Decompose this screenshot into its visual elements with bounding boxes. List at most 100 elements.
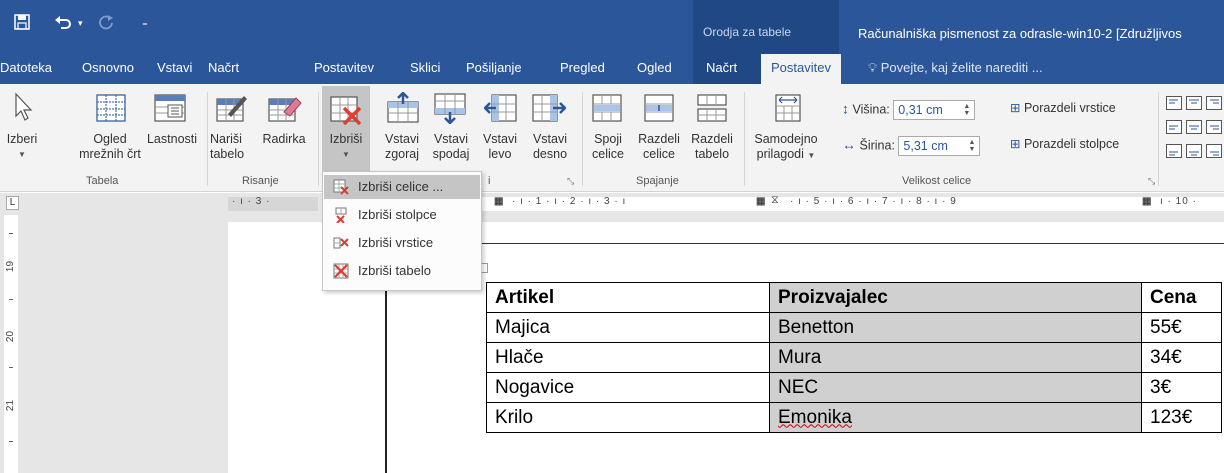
menu-item-delete-table[interactable]: Izbriši tabelo: [324, 259, 480, 283]
align-bottom-left-icon[interactable]: [1166, 144, 1182, 163]
align-middle-center-icon[interactable]: [1186, 120, 1202, 139]
tab-file[interactable]: Datoteka: [0, 60, 52, 75]
tab-mailings[interactable]: Pošiljanje: [466, 60, 522, 75]
eraser-button[interactable]: Radirka: [258, 132, 310, 147]
distribute-rows-button[interactable]: ⊞ Porazdeli vrstice: [1010, 100, 1116, 115]
select-button[interactable]: Izberi ▼: [4, 132, 40, 162]
product-table[interactable]: Artikel Proizvajalec Cena Majica Benetto…: [486, 282, 1222, 433]
undo-dropdown-icon[interactable]: ▾: [78, 18, 83, 29]
merge-cells-button[interactable]: Spoji celice: [588, 132, 628, 162]
horizontal-ruler[interactable]: L · ı · 3 · ▦ · ı · 1 · ı · 2 · ı · 3 · …: [0, 193, 1224, 215]
align-top-left-icon[interactable]: [1166, 96, 1182, 115]
split-table-label-1: Razdeli: [691, 132, 733, 146]
header-proizvajalec[interactable]: Proizvajalec: [769, 282, 1142, 313]
tab-design[interactable]: Načrt: [208, 60, 239, 75]
tab-view[interactable]: Ogled: [637, 60, 672, 75]
properties-button[interactable]: Lastnosti: [142, 132, 202, 147]
rows-columns-launcher-icon[interactable]: ⤡: [567, 176, 574, 187]
menu-item-delete-columns[interactable]: Izbriši stolpce: [324, 203, 480, 227]
column-marker-icon[interactable]: ▦: [756, 196, 766, 207]
chevron-down-icon: ▼: [342, 150, 350, 159]
tab-selector[interactable]: L: [6, 196, 19, 210]
ruler-text-right: · ı · 5 · ı · 6 · ı · 7 · ı · 8 · ı · 9: [790, 196, 957, 207]
autofit-icon: [775, 94, 801, 127]
table-cell[interactable]: Nogavice: [486, 372, 770, 403]
view-gridlines-label-2: mrežnih črt: [79, 147, 141, 161]
table-cell[interactable]: 3€: [1141, 372, 1222, 403]
tab-review[interactable]: Pregled: [560, 60, 605, 75]
spin-arrows-icon[interactable]: ▲ ▼: [963, 103, 970, 117]
height-value: 0,31 cm: [898, 103, 943, 117]
ribbon: Izberi ▼ Ogled mrežnih črt Lastnosti Nar…: [0, 84, 1224, 192]
undo-icon[interactable]: [54, 14, 72, 35]
tab-layout[interactable]: Postavitev: [314, 60, 374, 75]
ruler-tick: [9, 299, 13, 300]
tab-insert[interactable]: Vstavi: [157, 60, 192, 75]
tab-home[interactable]: Osnovno: [82, 60, 134, 75]
header-artikel[interactable]: Artikel: [486, 282, 770, 313]
split-cells-button[interactable]: Razdeli celice: [636, 132, 682, 162]
delete-label: Izbriši: [329, 132, 363, 146]
table-cell[interactable]: 123€: [1141, 402, 1222, 433]
table-cell[interactable]: Krilo: [486, 402, 770, 433]
distribute-columns-button[interactable]: ⊞ Porazdeli stolpce: [1010, 136, 1119, 151]
tell-me-box[interactable]: 💡︎ Povejte, kaj želite narediti ...: [868, 60, 1043, 76]
separator: [1158, 92, 1159, 186]
table-cell[interactable]: Emonika: [769, 402, 1142, 433]
customize-qat-icon[interactable]: ₌: [142, 16, 148, 29]
align-bottom-center-icon[interactable]: [1186, 144, 1202, 163]
table-cell[interactable]: Mura: [769, 342, 1142, 373]
table-cell[interactable]: 34€: [1141, 342, 1222, 373]
tab-table-layout[interactable]: Postavitev: [761, 54, 841, 84]
group-label-draw: Risanje: [242, 175, 279, 187]
width-label: Širina:: [859, 138, 895, 153]
column-marker-icon[interactable]: ▦: [494, 196, 504, 207]
align-top-center-icon[interactable]: [1186, 96, 1202, 115]
spin-arrows-icon[interactable]: ▲ ▼: [968, 139, 975, 153]
table-cell[interactable]: Majica: [486, 312, 770, 343]
menu-item-delete-rows[interactable]: Izbriši vrstice: [324, 231, 480, 255]
draw-table-button[interactable]: Nariši tabelo: [210, 132, 254, 162]
autofit-label-2: prilagodi: [756, 147, 804, 161]
insert-left-button[interactable]: Vstavi levo: [480, 132, 520, 162]
separator: [744, 92, 745, 186]
align-bottom-right-icon[interactable]: [1206, 144, 1222, 163]
align-middle-right-icon[interactable]: [1206, 120, 1222, 139]
ruler-text-mid: · ı · 1 · ı · 2 · ı · 3 · ı: [512, 196, 627, 207]
table-cell[interactable]: NEC: [769, 372, 1142, 403]
tab-table-design[interactable]: Načrt: [706, 60, 737, 75]
insert-above-button[interactable]: Vstavi zgoraj: [382, 132, 422, 162]
tab-references[interactable]: Sklici: [410, 60, 440, 75]
insert-right-button[interactable]: Vstavi desno: [528, 132, 572, 162]
column-marker-icon[interactable]: ▦: [1142, 196, 1152, 207]
delete-table-small-icon: [333, 263, 349, 279]
width-input[interactable]: 5,31 cm ▲ ▼: [898, 136, 981, 156]
height-input[interactable]: 0,31 cm ▲ ▼: [893, 100, 976, 120]
split-table-button[interactable]: Razdeli tabelo: [689, 132, 735, 162]
delete-rows-icon: [333, 235, 349, 251]
group-label-cell-size: Velikost celice: [902, 175, 972, 187]
header-cena[interactable]: Cena: [1141, 282, 1222, 313]
delete-button[interactable]: Izbriši ▼: [322, 132, 370, 162]
table-top-border: [478, 243, 1224, 244]
vruler-number: 19: [5, 260, 17, 273]
vertical-ruler[interactable]: 19 20 21: [0, 215, 22, 473]
draw-table-label-2: tabelo: [210, 147, 245, 161]
table-row: Nogavice NEC 3€: [486, 372, 1222, 403]
align-top-right-icon[interactable]: [1206, 96, 1222, 115]
tell-me-text: Povejte, kaj želite narediti ...: [880, 60, 1043, 75]
align-middle-left-icon[interactable]: [1166, 120, 1182, 139]
table-cell[interactable]: Hlače: [486, 342, 770, 373]
save-icon[interactable]: [14, 14, 30, 35]
insert-above-label-1: Vstavi: [384, 132, 420, 146]
menu-item-delete-cells[interactable]: Izbriši celice ...: [324, 175, 480, 199]
table-cell[interactable]: Benetton: [769, 312, 1142, 343]
table-cell[interactable]: 55€: [1141, 312, 1222, 343]
split-table-icon: [697, 94, 727, 127]
cell-size-launcher-icon[interactable]: ⤡: [1148, 176, 1155, 187]
indent-marker-icon[interactable]: ⧖: [771, 194, 780, 207]
autofit-button[interactable]: Samodejno prilagodi ▼: [752, 132, 820, 163]
insert-below-button[interactable]: Vstavi spodaj: [429, 132, 473, 162]
table-tools-context: Orodja za tabele: [693, 0, 839, 52]
lightbulb-icon: 💡︎: [868, 60, 878, 75]
